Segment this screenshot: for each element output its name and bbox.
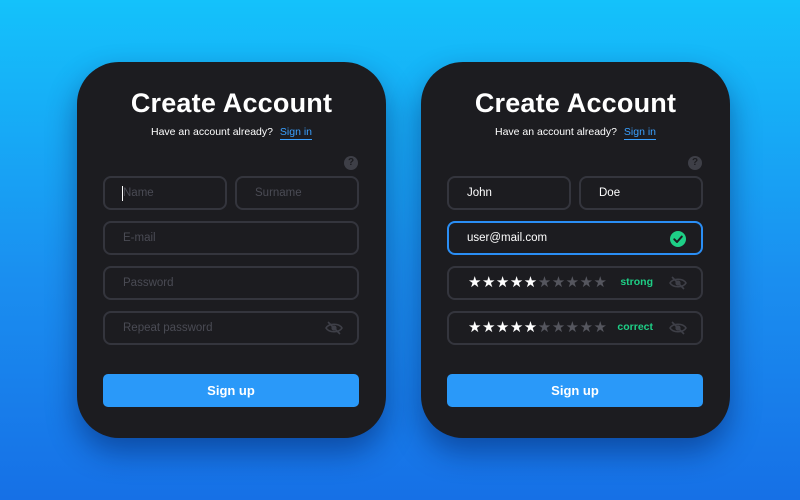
signin-link[interactable]: Sign in [623, 126, 657, 140]
email-field[interactable] [447, 221, 703, 255]
email-input[interactable] [449, 223, 701, 253]
password-stars-empty: ★★★★★ [537, 273, 608, 291]
eye-off-icon[interactable] [669, 276, 687, 290]
repeat-password-status: correct [617, 321, 653, 333]
signup-card-empty: Create Account Have an account already? … [77, 62, 386, 438]
text-cursor [122, 186, 123, 201]
signup-card-filled: Create Account Have an account already? … [421, 62, 730, 438]
password-stars-filled: ★★★★★ [468, 273, 538, 291]
password-mask: ★★★★★★★★★★ [468, 273, 608, 293]
password-strength-label: strong [620, 276, 653, 288]
repeat-password-mask: ★★★★★★★★★★ [468, 318, 608, 338]
page-title: Create Account [474, 88, 677, 118]
email-input[interactable] [105, 223, 357, 253]
surname-input[interactable] [581, 178, 701, 208]
help-icon[interactable]: ? [344, 156, 358, 170]
eye-off-icon[interactable] [669, 321, 687, 335]
check-circle-icon [670, 231, 686, 247]
help-icon[interactable]: ? [688, 156, 702, 170]
signin-link[interactable]: Sign in [279, 126, 313, 140]
repeat-stars-empty: ★★★★★ [537, 318, 608, 336]
signin-prompt-text: Have an account already? [494, 126, 617, 138]
password-field[interactable]: ★★★★★★★★★★ strong [447, 266, 703, 300]
name-input[interactable] [105, 178, 225, 208]
name-field[interactable] [103, 176, 227, 210]
repeat-password-field[interactable]: ★★★★★★★★★★ correct [447, 311, 703, 345]
name-field[interactable] [447, 176, 571, 210]
signin-prompt-text: Have an account already? [150, 126, 273, 138]
signup-button[interactable]: Sign up [103, 374, 359, 407]
repeat-stars-filled: ★★★★★ [468, 318, 538, 336]
repeat-password-input[interactable] [105, 313, 357, 343]
signin-prompt: Have an account already? Sign in [77, 126, 386, 140]
email-field[interactable] [103, 221, 359, 255]
password-field[interactable] [103, 266, 359, 300]
signup-button[interactable]: Sign up [447, 374, 703, 407]
repeat-password-field[interactable] [103, 311, 359, 345]
surname-field[interactable] [579, 176, 703, 210]
password-input[interactable] [105, 268, 357, 298]
name-input[interactable] [449, 178, 569, 208]
page-title: Create Account [130, 88, 333, 118]
signin-prompt: Have an account already? Sign in [421, 126, 730, 140]
eye-off-icon[interactable] [325, 321, 343, 335]
surname-input[interactable] [237, 178, 357, 208]
surname-field[interactable] [235, 176, 359, 210]
